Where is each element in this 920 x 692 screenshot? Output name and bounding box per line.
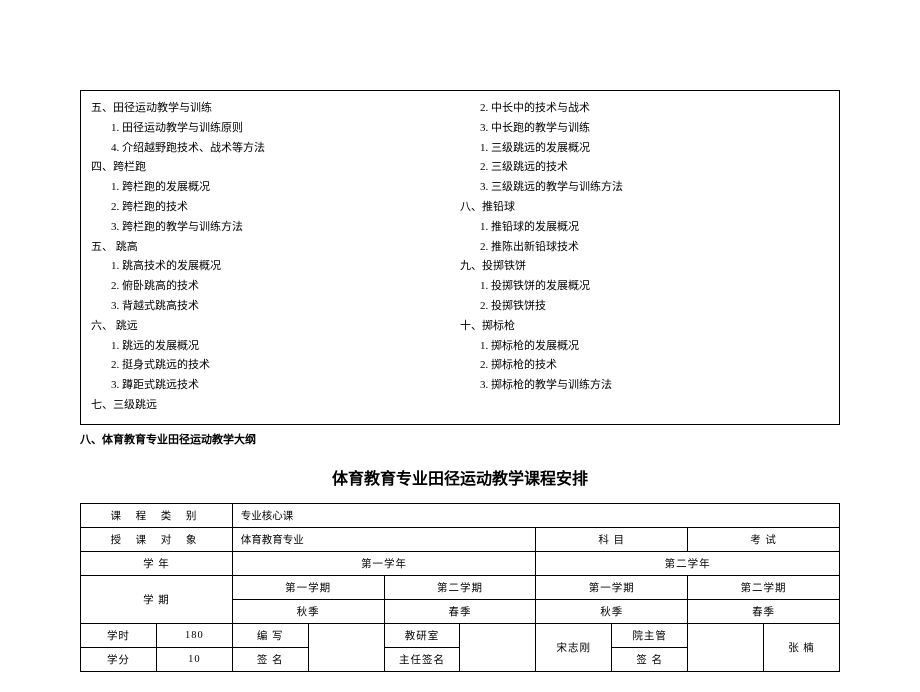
outline-item: 2. 投掷铁饼技 [480, 297, 829, 317]
outline-item: 3. 掷标枪的教学与训练方法 [480, 376, 829, 396]
cell-author-blank [308, 623, 384, 671]
cell-office-blank [460, 623, 536, 671]
cell-subject-label: 科 目 [536, 527, 688, 551]
cell-hours-label: 学时 [81, 623, 157, 647]
section-label: 八、体育教育专业田径运动教学大纲 [80, 431, 840, 447]
page-title: 体育教育专业田径运动教学课程安排 [80, 465, 840, 489]
cell-author-label: 编 写 [232, 623, 308, 647]
cell-course-type-value: 专业核心课 [232, 503, 839, 527]
outline-box: 五、田径运动教学与训练 1. 田径运动教学与训练原则 4. 介绍越野跑技术、战术… [80, 90, 840, 425]
outline-item: 九、投掷铁饼 [460, 257, 829, 277]
cell-year1: 第一学年 [232, 551, 536, 575]
cell-season3: 秋季 [536, 599, 688, 623]
outline-item: 五、 跳高 [91, 238, 460, 258]
cell-sem4: 第二学期 [688, 575, 840, 599]
table-row: 课 程 类 别 专业核心课 [81, 503, 840, 527]
cell-director-name: 宋志刚 [536, 623, 612, 671]
outline-item: 1. 投掷铁饼的发展概况 [480, 277, 829, 297]
outline-item: 1. 掷标枪的发展概况 [480, 337, 829, 357]
outline-item: 1. 跳远的发展概况 [111, 337, 460, 357]
outline-item: 2. 掷标枪的技术 [480, 356, 829, 376]
cell-sem2: 第二学期 [384, 575, 536, 599]
cell-subject-value: 考 试 [688, 527, 840, 551]
outline-item: 八、推铅球 [460, 198, 829, 218]
outline-item: 3. 中长跑的教学与训练 [480, 119, 829, 139]
outline-item: 七、三级跳远 [91, 396, 460, 416]
outline-item: 4. 介绍越野跑技术、战术等方法 [111, 139, 460, 159]
table-row: 学时 180 编 写 教研室 宋志刚 院主管 张 楠 [81, 623, 840, 647]
outline-item: 1. 三级跳远的发展概况 [480, 139, 829, 159]
outline-item: 3. 三级跳远的教学与训练方法 [480, 178, 829, 198]
outline-item: 2. 俯卧跳高的技术 [111, 277, 460, 297]
cell-hours-value: 180 [156, 623, 232, 647]
cell-office-label: 教研室 [384, 623, 460, 647]
cell-dean-label: 院主管 [612, 623, 688, 647]
cell-year2: 第二学年 [536, 551, 840, 575]
outline-item: 2. 跨栏跑的技术 [111, 198, 460, 218]
outline-item: 五、田径运动教学与训练 [91, 99, 460, 119]
outline-item: 1. 跨栏跑的发展概况 [111, 178, 460, 198]
outline-left-column: 五、田径运动教学与训练 1. 田径运动教学与训练原则 4. 介绍越野跑技术、战术… [91, 99, 460, 416]
cell-sem3: 第一学期 [536, 575, 688, 599]
outline-item: 十、掷标枪 [460, 317, 829, 337]
outline-item: 1. 跳高技术的发展概况 [111, 257, 460, 277]
cell-audience-label: 授 课 对 象 [81, 527, 233, 551]
cell-year-label: 学 年 [81, 551, 233, 575]
outline-item: 3. 蹲距式跳远技术 [111, 376, 460, 396]
outline-item: 2. 中长中的技术与战术 [480, 99, 829, 119]
outline-item: 1. 田径运动教学与训练原则 [111, 119, 460, 139]
cell-audience-value: 体育教育专业 [232, 527, 536, 551]
schedule-table: 课 程 类 别 专业核心课 授 课 对 象 体育教育专业 科 目 考 试 学 年… [80, 503, 840, 672]
outline-item: 2. 推陈出新铅球技术 [480, 238, 829, 258]
outline-item: 2. 三级跳远的技术 [480, 158, 829, 178]
table-row: 学 年 第一学年 第二学年 [81, 551, 840, 575]
outline-item: 2. 挺身式跳远的技术 [111, 356, 460, 376]
outline-item: 四、跨栏跑 [91, 158, 460, 178]
outline-item: 3. 背越式跳高技术 [111, 297, 460, 317]
table-row: 学 期 第一学期 第二学期 第一学期 第二学期 [81, 575, 840, 599]
cell-sem1: 第一学期 [232, 575, 384, 599]
cell-season1: 秋季 [232, 599, 384, 623]
outline-right-column: 2. 中长中的技术与战术 3. 中长跑的教学与训练 1. 三级跳远的发展概况 2… [460, 99, 829, 416]
cell-course-type-label: 课 程 类 别 [81, 503, 233, 527]
outline-item: 3. 跨栏跑的教学与训练方法 [111, 218, 460, 238]
cell-dean-name: 张 楠 [764, 623, 840, 671]
cell-semester-label: 学 期 [81, 575, 233, 623]
outline-item: 六、 跳远 [91, 317, 460, 337]
cell-season4: 春季 [688, 599, 840, 623]
table-row: 授 课 对 象 体育教育专业 科 目 考 试 [81, 527, 840, 551]
cell-season2: 春季 [384, 599, 536, 623]
outline-item: 1. 推铅球的发展概况 [480, 218, 829, 238]
cell-dean-blank [688, 623, 764, 671]
